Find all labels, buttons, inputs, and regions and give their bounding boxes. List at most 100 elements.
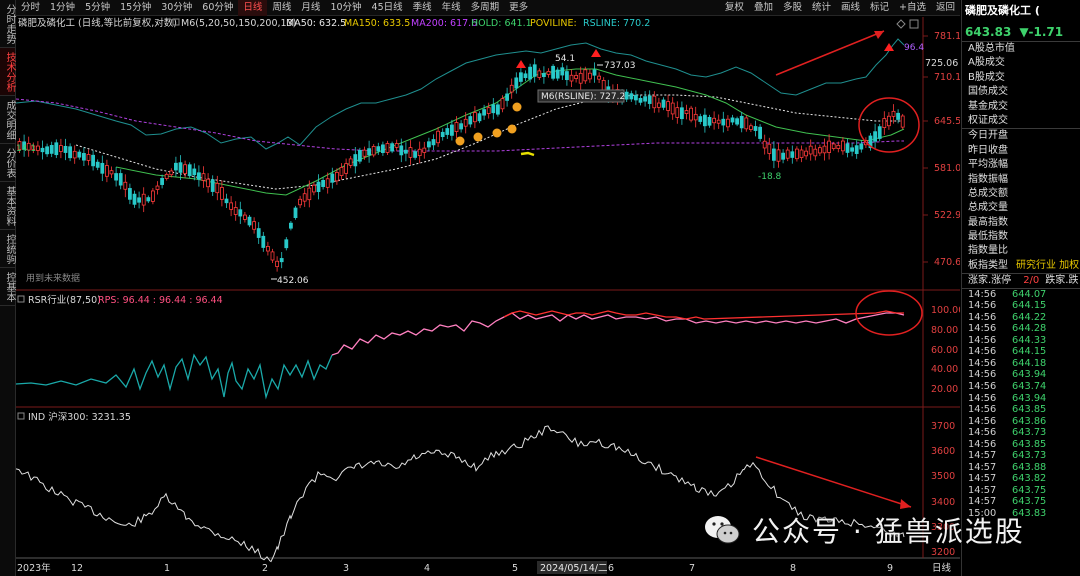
candle-body [836, 144, 841, 149]
candle-body [472, 112, 477, 123]
back-button[interactable]: 返回 [931, 0, 960, 16]
candle-body [128, 188, 132, 200]
panel-toggle-icon[interactable] [17, 412, 25, 420]
candle-body [192, 168, 197, 176]
candle-body [95, 161, 100, 168]
diamond-icon[interactable] [896, 19, 906, 29]
tick-time: 14:56 [968, 438, 997, 450]
tick-row: 14:57 643.82 [962, 473, 1080, 485]
candle-body [638, 97, 643, 103]
candle-body [445, 128, 450, 135]
candle-body [514, 77, 519, 89]
draw-line-button[interactable]: 画线 [836, 0, 865, 16]
tick-time: 14:56 [968, 300, 997, 312]
price-label: 470.6 [934, 257, 960, 268]
candle-body [565, 71, 569, 81]
tab-price-table[interactable]: 分价表 [0, 144, 15, 182]
peak-marker-icon [591, 49, 601, 57]
tab-intraday[interactable]: 分时走势 [0, 0, 15, 48]
candle-body [417, 148, 422, 157]
period-60min[interactable]: 60分钟 [197, 0, 238, 16]
tab-profile[interactable]: 基本资料 [0, 182, 15, 230]
ind-axis: 3700 3600 3500 3400 3300 3200 [931, 421, 955, 558]
x-label: 5 [512, 563, 518, 574]
candle-body [518, 72, 523, 82]
candle-body [684, 110, 689, 115]
candle-body [72, 150, 77, 159]
candle-body [822, 145, 827, 154]
period-daily[interactable]: 日线 [238, 0, 268, 16]
ma150-value: MA150: 633.5 [344, 18, 410, 29]
candle-body [831, 143, 836, 149]
candle-body [804, 150, 808, 157]
overlay-button[interactable]: 叠加 [749, 0, 778, 16]
rsline-value: RSLINE: 770.2 [583, 18, 650, 29]
period-1min[interactable]: 1分钟 [45, 0, 80, 16]
candle-body [344, 163, 349, 174]
period-more[interactable]: 更多 [504, 0, 533, 16]
candle-body [178, 162, 183, 173]
candle-body [707, 116, 712, 126]
rs-end-label: 96.4 [904, 43, 924, 53]
rsr-axis: 100.00 80.00 60.00 40.00 20.00 [931, 305, 964, 395]
mark-button[interactable]: 标记 [865, 0, 894, 16]
x-label: 4 [424, 563, 430, 574]
adjust-button[interactable]: 复权 [720, 0, 749, 16]
tick-list[interactable]: 14:56 644.07 14:56 644.15 14:56 644.22 14:56 64… [962, 289, 1080, 520]
candle-body [224, 198, 229, 204]
board-type-value: 研究行业 加权 [1016, 259, 1080, 271]
candle-body [256, 228, 261, 238]
tick-time: 14:56 [968, 346, 997, 358]
index-stats-list: 今日开盘 昨日收盘 平均涨幅 指数振幅 总成交额 总成交量 最高指数 最低指数 … [962, 129, 1080, 275]
price-ticks [923, 35, 928, 263]
x-label: 2023年 [17, 562, 51, 574]
stats-button[interactable]: 统计 [807, 0, 836, 16]
tick-price: 643.75 [1012, 484, 1047, 496]
candle-body [238, 209, 243, 217]
tick-price: 643.85 [1012, 404, 1047, 416]
negative-label: -18.8 [758, 172, 782, 182]
chart-area[interactable]: 磷肥及磷化工 (日线,等比前复权,对数) M6(5,20,50,150,200,… [15, 17, 964, 576]
chart-canvas[interactable]: 磷肥及磷化工 (日线,等比前复权,对数) M6(5,20,50,150,200,… [15, 17, 964, 576]
period-30min[interactable]: 30分钟 [156, 0, 197, 16]
candle-body [813, 148, 818, 157]
tab-trades[interactable]: 成交明细 [0, 96, 15, 144]
tab-control-a[interactable]: 控统驹 [0, 230, 15, 268]
tick-row: 14:56 643.94 [962, 393, 1080, 405]
tick-time: 14:57 [968, 473, 997, 485]
tab-technical[interactable]: 技术分析 [0, 48, 15, 96]
candle-body [712, 117, 716, 124]
period-10min[interactable]: 10分钟 [325, 0, 366, 16]
price-label: 781.1 [934, 31, 960, 42]
high-label: 737.03 [604, 61, 636, 71]
period-multi[interactable]: 多周期 [466, 0, 505, 16]
candle-body [91, 154, 95, 167]
period-5min[interactable]: 5分钟 [80, 0, 115, 16]
period-quarterly[interactable]: 季线 [408, 0, 437, 16]
add-watchlist-button[interactable]: +自选 [894, 0, 931, 16]
candle-body [284, 239, 289, 249]
panel-toggle-icon[interactable] [17, 295, 25, 303]
candle-body [781, 152, 785, 160]
tick-time: 14:56 [968, 381, 997, 393]
period-15min[interactable]: 15分钟 [115, 0, 156, 16]
period-timeshare[interactable]: 分时 [16, 0, 45, 16]
rsr-teal-series [15, 353, 333, 400]
candle-body [873, 131, 877, 142]
stat-row: A股总市值 [968, 43, 1015, 54]
decline-label: 跌家.跌 [1045, 275, 1079, 287]
period-45day[interactable]: 45日线 [367, 0, 408, 16]
maximize-icon[interactable] [909, 19, 919, 29]
candle-body [265, 245, 270, 252]
multi-stock-button[interactable]: 多股 [778, 0, 807, 16]
tab-control-b[interactable]: 控基本 [0, 268, 15, 306]
candle-body [703, 114, 707, 127]
stat-row: 指数振幅 [968, 173, 1008, 185]
candle-body [68, 146, 72, 159]
candle-body [670, 102, 675, 115]
candle-body [413, 151, 418, 158]
period-monthly[interactable]: 月线 [296, 0, 325, 16]
period-weekly[interactable]: 周线 [267, 0, 296, 16]
period-yearly[interactable]: 年线 [437, 0, 466, 16]
candle-body [82, 153, 86, 161]
